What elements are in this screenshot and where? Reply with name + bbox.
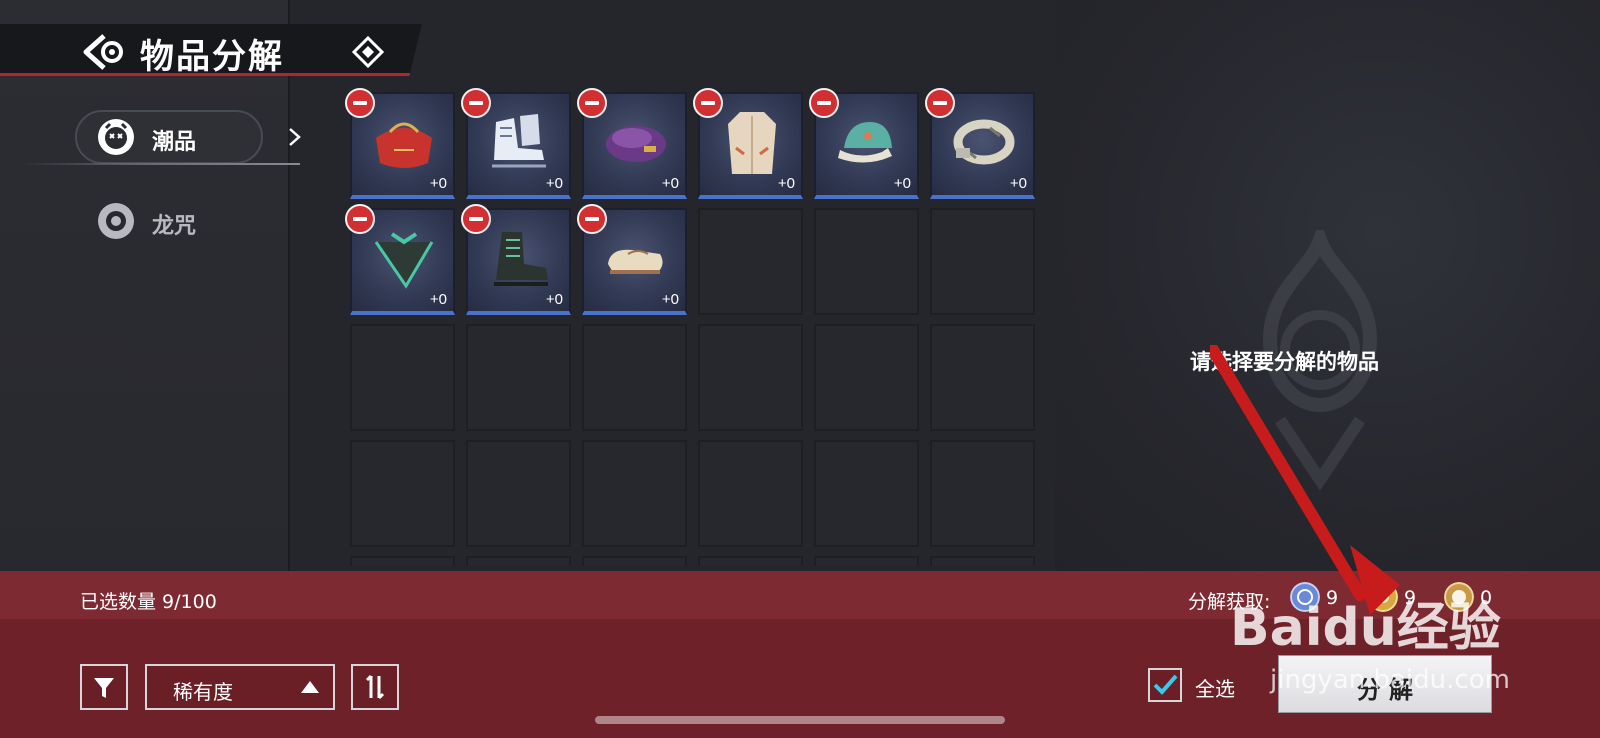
pearl-coin-icon [1444, 582, 1474, 612]
empty-slot [930, 440, 1035, 547]
category-label: 潮品 [152, 130, 197, 155]
item-level: +0 [777, 175, 795, 192]
back-icon[interactable] [82, 32, 126, 72]
dragon-curse-cat-icon [98, 203, 134, 239]
empty-slot [930, 556, 1035, 566]
pearl-coin-value: 0 [1480, 587, 1493, 609]
empty-slot [582, 556, 687, 566]
item-level: +0 [893, 175, 911, 192]
category-tab-fashion[interactable]: 潮品 [75, 104, 301, 168]
decompose-button[interactable]: 分解 [1278, 655, 1492, 713]
camo-belt-icon [953, 119, 1015, 165]
empty-slot [814, 324, 919, 431]
loafers-icon [608, 249, 663, 274]
empty-slot [698, 440, 803, 547]
sort-order-icon [365, 674, 385, 700]
empty-slot [350, 440, 455, 547]
gold-coin-value: 9 [1404, 587, 1417, 609]
item-level: +0 [429, 291, 447, 308]
summary-bar [0, 571, 1600, 619]
ice-skates-icon [492, 114, 546, 168]
yield-label: 分解获取: [1188, 591, 1271, 613]
category-tab-dragon-curse[interactable]: 龙咒 [75, 188, 300, 252]
category-divider [20, 163, 300, 165]
remove-item-button[interactable] [693, 88, 723, 118]
empty-slot [582, 440, 687, 547]
empty-slot [698, 324, 803, 431]
empty-slot [814, 440, 919, 547]
remove-item-button[interactable] [345, 204, 375, 234]
empty-slot [466, 556, 571, 566]
sort-select-value: 稀有度 [173, 680, 233, 704]
combat-boots-icon [494, 232, 548, 286]
empty-slot [698, 208, 803, 315]
empty-slot [814, 208, 919, 315]
remove-item-button[interactable] [461, 204, 491, 234]
select-all-label: 全选 [1195, 677, 1235, 701]
decompose-button-label: 分解 [1357, 676, 1421, 704]
teal-cap-icon [838, 122, 892, 163]
remove-item-button[interactable] [577, 204, 607, 234]
sort-order-button[interactable] [351, 664, 399, 710]
empty-slot [930, 324, 1035, 431]
item-level: +0 [1009, 175, 1027, 192]
item-level: +0 [661, 291, 679, 308]
blue-coin-icon [1290, 582, 1320, 612]
home-indicator[interactable] [595, 716, 1005, 724]
item-grid: +0 +0 +0 +0 +0 +0 +0 +0 +0 [348, 86, 1048, 566]
remove-item-button[interactable] [925, 88, 955, 118]
filter-button[interactable] [80, 664, 128, 710]
item-level: +0 [429, 175, 447, 192]
remove-item-button[interactable] [809, 88, 839, 118]
blue-coin-value: 9 [1326, 587, 1339, 609]
selection-hint: 请选择要分解的物品 [1190, 350, 1379, 374]
empty-slot [466, 440, 571, 547]
checkmark-icon [1153, 674, 1178, 695]
item-level: +0 [661, 175, 679, 192]
empty-slot [466, 324, 571, 431]
empty-slot [582, 324, 687, 431]
gold-coin-icon [1368, 582, 1398, 612]
remove-item-button[interactable] [345, 88, 375, 118]
chevron-right-icon [289, 128, 301, 146]
info-diamond-icon[interactable] [352, 36, 384, 68]
remove-item-button[interactable] [461, 88, 491, 118]
empty-slot [698, 556, 803, 566]
sort-select[interactable]: 稀有度 [145, 664, 335, 710]
item-level: +0 [545, 291, 563, 308]
trench-coat-icon [728, 112, 776, 174]
empty-slot [930, 208, 1035, 315]
red-handbag-icon [376, 122, 432, 168]
page-title: 物品分解 [140, 37, 284, 77]
filter-icon [94, 678, 114, 698]
scarf-icon [374, 232, 434, 289]
category-label: 龙咒 [152, 214, 197, 239]
fashion-cat-icon [98, 119, 134, 155]
purple-beret-icon [606, 126, 666, 162]
selected-count: 已选数量 9/100 [80, 591, 217, 613]
item-level: +0 [545, 175, 563, 192]
triangle-up-icon [301, 681, 319, 693]
remove-item-button[interactable] [577, 88, 607, 118]
category-panel [0, 0, 290, 580]
select-all-checkbox[interactable] [1148, 668, 1182, 702]
empty-slot [814, 556, 919, 566]
empty-slot [350, 324, 455, 431]
empty-slot [350, 556, 455, 566]
